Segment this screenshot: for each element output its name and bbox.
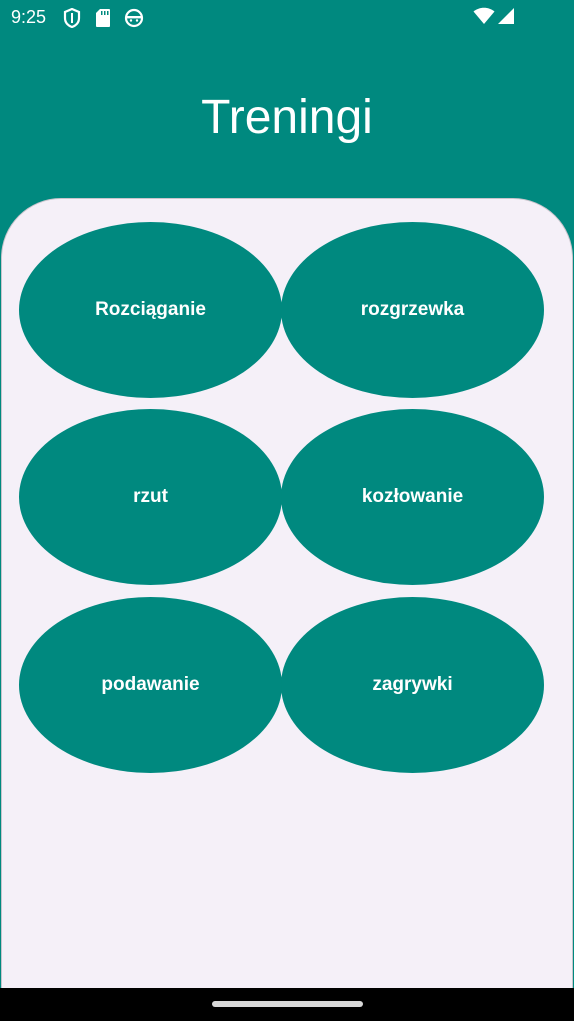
signal-icon: [498, 8, 514, 24]
training-button-podawanie[interactable]: podawanie: [19, 597, 282, 773]
status-bar: 9:25: [0, 0, 574, 36]
app-header: Treningi: [0, 36, 574, 200]
shield-icon: [63, 8, 81, 28]
sd-card-icon: [96, 9, 110, 27]
training-button-rozgrzewka[interactable]: rozgrzewka: [281, 222, 544, 398]
training-button-rozciaganie[interactable]: Rozciąganie: [19, 222, 282, 398]
status-time: 9:25: [11, 7, 47, 27]
android-face-icon: [124, 8, 144, 28]
training-button-zagrywki[interactable]: zagrywki: [281, 597, 544, 773]
training-button-rzut[interactable]: rzut: [19, 409, 282, 585]
page-title: Treningi: [201, 91, 373, 144]
wifi-icon: [473, 7, 495, 24]
training-button-kozlowanie[interactable]: kozłowanie: [281, 409, 544, 585]
navigation-bar: [0, 988, 574, 1021]
home-gesture-handle[interactable]: [212, 1001, 363, 1007]
